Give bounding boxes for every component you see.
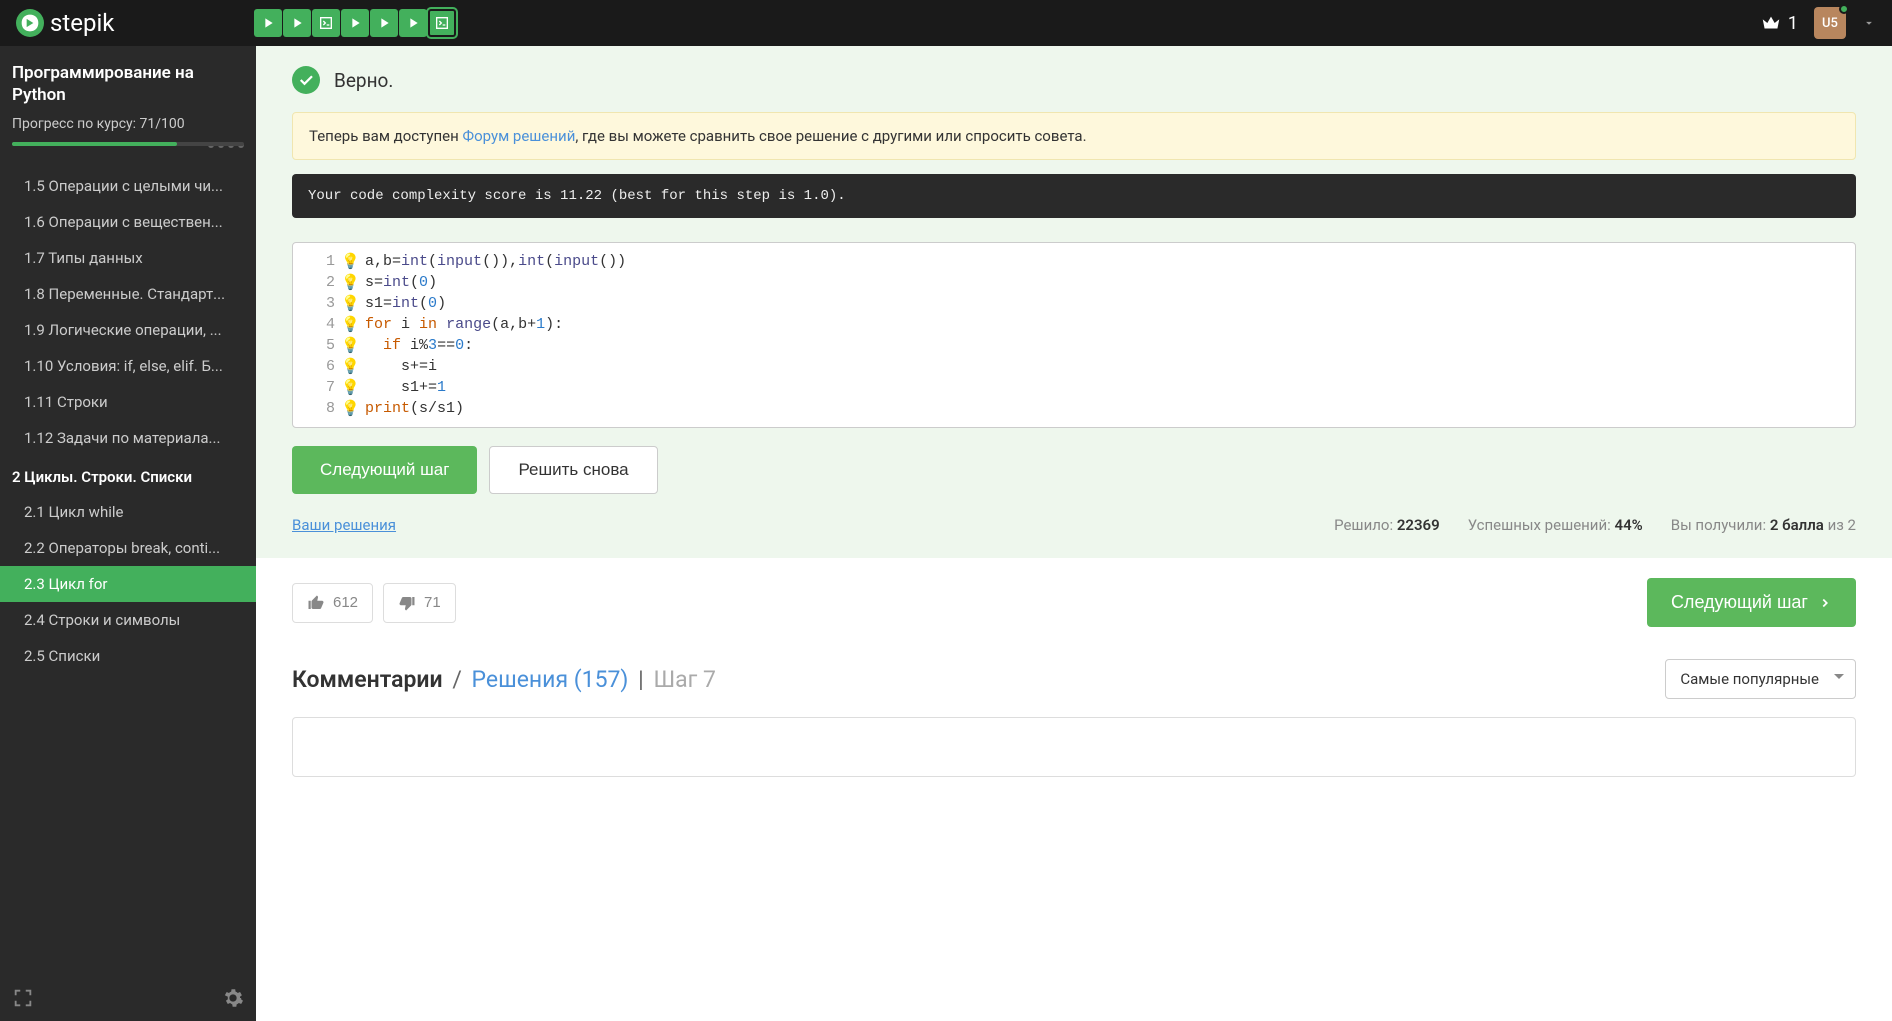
step-1[interactable] (254, 9, 282, 37)
retry-button[interactable]: Решить снова (489, 446, 657, 494)
tab-comments[interactable]: Комментарии (292, 666, 443, 693)
code-line: 7💡 s1+=1 (293, 377, 1855, 398)
logo-icon (16, 9, 44, 37)
next-step-button[interactable]: Следующий шаг (292, 446, 477, 494)
code-line: 8💡print(s/s1) (293, 398, 1855, 419)
logo[interactable]: stepik (16, 9, 114, 37)
sidebar-nav: 1.5 Операции с целыми чи...1.6 Операции … (0, 160, 256, 975)
correct-row: Верно. (292, 66, 1856, 94)
comment-input[interactable] (292, 717, 1856, 777)
result-panel: Верно. Теперь вам доступен Форум решений… (256, 46, 1892, 558)
upvote-button[interactable]: 612 (292, 583, 373, 623)
avatar-text: U5 (1822, 16, 1838, 31)
check-icon (292, 66, 320, 94)
step-4[interactable] (341, 9, 369, 37)
topbar-right: 1 U5 (1760, 7, 1876, 39)
comments-header: Комментарии / Решения (157) | Шаг 7 Самы… (292, 659, 1856, 699)
avatar[interactable]: U5 (1814, 7, 1846, 39)
progress-text: Прогресс по курсу: 71/100 (12, 116, 244, 132)
brand-text: stepik (50, 9, 114, 37)
forum-link[interactable]: Форум решений (463, 127, 576, 145)
next-step-big-button[interactable]: Следующий шаг (1647, 578, 1856, 627)
code-editor[interactable]: 1💡a,b=int(input()),int(input())2💡s=int(0… (292, 242, 1856, 428)
complexity-score: Your code complexity score is 11.22 (bes… (292, 174, 1856, 218)
sidebar-section[interactable]: 2 Циклы. Строки. Списки (0, 456, 256, 494)
code-line: 6💡 s+=i (293, 356, 1855, 377)
sidebar-item[interactable]: 2.4 Строки и символы (0, 602, 256, 638)
step-5[interactable] (370, 9, 398, 37)
tab-solutions[interactable]: Решения (157) (472, 666, 629, 693)
your-solutions-link[interactable]: Ваши решения (292, 516, 396, 534)
sidebar-item[interactable]: 1.9 Логические операции, ... (0, 312, 256, 348)
below-panel: 612 71 Следующий шаг Комментарии / Решен… (256, 558, 1892, 797)
code-line: 4💡for i in range(a,b+1): (293, 314, 1855, 335)
main-content: Верно. Теперь вам доступен Форум решений… (256, 46, 1892, 1021)
code-line: 3💡s1=int(0) (293, 293, 1855, 314)
code-line: 5💡 if i%3==0: (293, 335, 1855, 356)
course-title: Программирование на Python (12, 62, 244, 106)
crown-count: 1 (1788, 13, 1798, 34)
stat-points: Вы получили: 2 балла из 2 (1671, 516, 1856, 534)
sidebar-header: Программирование на Python Прогресс по к… (0, 46, 256, 160)
sidebar-item[interactable]: 2.2 Операторы break, conti... (0, 530, 256, 566)
sidebar: Программирование на Python Прогресс по к… (0, 46, 256, 1021)
chevron-down-icon[interactable] (1862, 16, 1876, 30)
step-label: Шаг 7 (653, 666, 715, 693)
sidebar-item[interactable]: 1.12 Задачи по материала... (0, 420, 256, 456)
action-row: Следующий шаг Решить снова (292, 446, 1856, 494)
downvote-button[interactable]: 71 (383, 583, 456, 623)
vote-row: 612 71 Следующий шаг (292, 578, 1856, 627)
stats-row: Ваши решения Решило: 22369 Успешных реше… (292, 516, 1856, 534)
sidebar-item[interactable]: 2.3 Цикл for (0, 566, 256, 602)
code-line: 1💡a,b=int(input()),int(input()) (293, 251, 1855, 272)
comments-tabs: Комментарии / Решения (157) | Шаг 7 (292, 666, 716, 693)
step-7-active[interactable] (428, 9, 456, 37)
sidebar-item[interactable]: 1.5 Операции с целыми чи... (0, 168, 256, 204)
step-3[interactable] (312, 9, 340, 37)
forum-banner: Теперь вам доступен Форум решений, где в… (292, 112, 1856, 160)
step-6[interactable] (399, 9, 427, 37)
sidebar-item[interactable]: 2.1 Цикл while (0, 494, 256, 530)
sidebar-item[interactable]: 2.5 Списки (0, 638, 256, 674)
sidebar-item[interactable]: 1.10 Условия: if, else, elif. Б... (0, 348, 256, 384)
stat-success: Успешных решений: 44% (1468, 516, 1643, 534)
gear-icon[interactable] (222, 987, 244, 1009)
code-line: 2💡s=int(0) (293, 272, 1855, 293)
stat-solved: Решило: 22369 (1334, 516, 1440, 534)
crown-badge[interactable]: 1 (1760, 12, 1798, 34)
topbar: stepik 1 U5 (0, 0, 1892, 46)
sort-select[interactable]: Самые популярные (1665, 659, 1856, 699)
correct-text: Верно. (334, 69, 393, 92)
progress-bar (12, 142, 244, 146)
sidebar-item[interactable]: 1.6 Операции с веществен... (0, 204, 256, 240)
sidebar-footer (0, 975, 256, 1021)
fullscreen-icon[interactable] (12, 987, 34, 1009)
sidebar-item[interactable]: 1.7 Типы данных (0, 240, 256, 276)
notification-dot (1839, 4, 1849, 14)
step-2[interactable] (283, 9, 311, 37)
progress-fill (12, 142, 177, 146)
sidebar-item[interactable]: 1.11 Строки (0, 384, 256, 420)
step-progress-bar (254, 9, 456, 37)
sidebar-item[interactable]: 1.8 Переменные. Стандарт... (0, 276, 256, 312)
